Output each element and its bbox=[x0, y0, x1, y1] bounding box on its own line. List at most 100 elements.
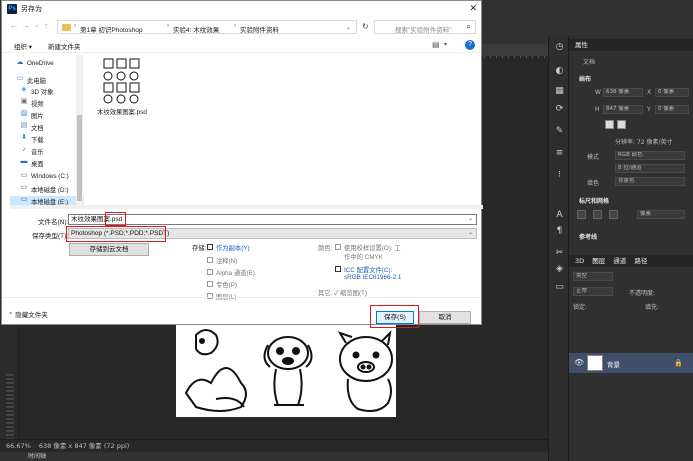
up-arrow-icon[interactable]: ↑ bbox=[44, 21, 48, 30]
proof-checkbox[interactable] bbox=[335, 244, 341, 250]
spot-checkbox[interactable] bbox=[207, 281, 213, 287]
color-icon[interactable]: ◐ bbox=[554, 66, 565, 77]
rulers-grid-header: 标尺和网格 bbox=[579, 198, 610, 205]
save-to-cloud-button[interactable]: 存储到云文档 bbox=[69, 243, 149, 256]
layer-comps-icon[interactable]: ▭ bbox=[554, 282, 565, 293]
layer-kind-filter[interactable]: 类型 bbox=[573, 272, 613, 281]
nav-item[interactable]: ◈ 3D 对象 bbox=[10, 86, 84, 96]
copy-checkbox[interactable] bbox=[207, 244, 213, 250]
actions-icon[interactable]: ≡ bbox=[554, 148, 565, 159]
document-canvas[interactable] bbox=[176, 323, 396, 417]
view-dropdown-icon[interactable]: ▾ bbox=[444, 41, 447, 48]
paragraph-icon[interactable]: ¶ bbox=[554, 226, 565, 237]
recent-chevron-icon[interactable]: ⌄ bbox=[34, 22, 39, 29]
history-icon[interactable]: ◷ bbox=[554, 42, 565, 53]
address-dropdown-icon[interactable]: ⌄ bbox=[346, 24, 351, 31]
ruler-unit-select[interactable]: 像素 bbox=[637, 210, 685, 219]
eye-icon[interactable]: 👁 bbox=[574, 358, 584, 367]
chevron-down-icon[interactable]: ⌄ bbox=[468, 229, 473, 238]
thumbnail-option[interactable]: ✓ 缩览图(T) bbox=[334, 288, 367, 297]
nav-item[interactable]: ▭ Windows (C:) bbox=[10, 172, 84, 182]
new-folder-button[interactable]: 新建文件夹 bbox=[48, 41, 81, 51]
adjustments-icon[interactable]: ⟳ bbox=[554, 104, 565, 115]
search-input[interactable]: 搜索"实验附件资料" bbox=[395, 24, 452, 34]
proof-option-label: 使用校样设置(O): 工 bbox=[344, 245, 401, 252]
nav-item-label: 音乐 bbox=[31, 149, 44, 156]
highlight-extension bbox=[105, 212, 126, 226]
horizontal-scrollbar[interactable] bbox=[10, 205, 483, 209]
nav-item-label: 桌面 bbox=[31, 161, 44, 168]
back-arrow-icon[interactable]: ← bbox=[10, 21, 18, 30]
organize-menu[interactable]: 组织 ▾ bbox=[14, 41, 32, 51]
notes-checkbox[interactable] bbox=[207, 257, 213, 263]
orientation-portrait-button[interactable] bbox=[605, 120, 614, 129]
grid-icon[interactable] bbox=[593, 210, 602, 219]
save-button[interactable]: 保存(S) bbox=[376, 311, 414, 324]
cancel-button[interactable]: 取消 bbox=[419, 311, 471, 324]
nav-item[interactable]: ▭ 此电脑 bbox=[10, 75, 84, 85]
nav-item[interactable]: ▭ 本地磁盘 (D:) bbox=[10, 184, 84, 194]
nav-item-label: 图片 bbox=[31, 113, 44, 120]
nav-item[interactable]: ☁ OneDrive bbox=[10, 59, 84, 69]
forward-arrow-icon[interactable]: → bbox=[22, 21, 30, 30]
orientation-landscape-button[interactable] bbox=[617, 120, 626, 129]
nav-item[interactable]: ⬇ 下载 bbox=[10, 134, 84, 144]
help-icon[interactable]: ? bbox=[465, 40, 475, 50]
copy-option-label[interactable]: 作为副本(Y) bbox=[216, 243, 250, 252]
ruler-icon[interactable] bbox=[577, 210, 586, 219]
y-field[interactable]: 0 像素 bbox=[655, 105, 689, 114]
chevron-down-icon[interactable]: ⌄ bbox=[468, 215, 473, 224]
nav-item[interactable]: ▨ 图片 bbox=[10, 110, 84, 120]
info-icon[interactable]: ◈ bbox=[554, 264, 565, 275]
nav-item[interactable]: ▭ 本地磁盘 (E:) bbox=[10, 196, 84, 205]
nav-item-label: 文档 bbox=[31, 125, 44, 132]
nav-item[interactable]: ▣ 视频 bbox=[10, 98, 84, 108]
icc-checkbox[interactable] bbox=[335, 266, 341, 272]
nav-item[interactable]: ▬ 桌面 bbox=[10, 158, 84, 168]
mode-select[interactable]: RGB 颜色 bbox=[615, 151, 685, 160]
tab-channels[interactable]: 通道 bbox=[613, 257, 626, 265]
bit-depth-select[interactable]: 8 位/通道 bbox=[615, 164, 685, 173]
view-options-icon[interactable]: ▤ bbox=[432, 40, 440, 49]
hide-folders-toggle[interactable]: ⌃ 隐藏文件夹 bbox=[8, 309, 48, 319]
hide-folders-label: 隐藏文件夹 bbox=[15, 312, 48, 319]
filename-input[interactable]: 木纹效果图案.psd ⌄ bbox=[68, 214, 477, 225]
refresh-icon[interactable]: ↻ bbox=[362, 22, 369, 31]
properties-tab[interactable]: 属性 bbox=[569, 39, 693, 51]
dialog-footer: ⌃ 隐藏文件夹 保存(S) 取消 bbox=[2, 297, 481, 325]
search-box[interactable]: 搜索"实验附件资料" ⌕ bbox=[374, 20, 476, 34]
lock-icon: 🔒 bbox=[674, 359, 683, 367]
fill-select[interactable]: 背景色 bbox=[615, 177, 685, 186]
nav-item[interactable]: ♪ 音乐 bbox=[10, 146, 84, 156]
alpha-checkbox[interactable] bbox=[207, 269, 213, 275]
tab-3d[interactable]: 3D bbox=[575, 257, 584, 265]
nav-item-label: 下载 bbox=[31, 137, 44, 144]
character-icon[interactable]: A bbox=[554, 210, 565, 221]
timeline-tab[interactable]: 时间轴 bbox=[28, 453, 46, 460]
blend-mode-select[interactable]: 正常 bbox=[573, 287, 613, 296]
breadcrumb-item[interactable]: 实验附件资料 bbox=[240, 24, 279, 34]
breadcrumb-item[interactable]: 第1章 初识Photoshop bbox=[80, 24, 143, 34]
nav-item[interactable]: ▤ 文档 bbox=[10, 122, 84, 132]
layer-row-background[interactable]: 👁 背景 🔒 bbox=[569, 353, 693, 373]
width-field[interactable]: 638 像素 bbox=[603, 88, 643, 97]
icc-option-label[interactable]: ICC 配置文件(C): bbox=[344, 265, 392, 274]
x-field[interactable]: 0 像素 bbox=[655, 88, 689, 97]
tab-layers[interactable]: 图层 bbox=[592, 257, 605, 265]
tools-settings-icon[interactable]: ✂ bbox=[554, 248, 565, 259]
patterns-icon[interactable]: ⁝ bbox=[554, 170, 565, 181]
swatches-icon[interactable]: ▦ bbox=[554, 86, 565, 97]
height-field[interactable]: 847 像素 bbox=[603, 105, 643, 114]
breadcrumb-item[interactable]: 实验4: 木纹效果 bbox=[173, 24, 219, 34]
guides-icon[interactable] bbox=[609, 210, 618, 219]
zoom-level[interactable]: 66.67% bbox=[6, 442, 31, 450]
nav-item-label: 此电脑 bbox=[27, 78, 46, 85]
scroll-thumb[interactable] bbox=[77, 115, 82, 201]
tab-paths[interactable]: 路径 bbox=[634, 257, 647, 265]
file-name[interactable]: 木纹效果图案.psd bbox=[96, 109, 148, 117]
close-icon[interactable]: ✕ bbox=[469, 3, 477, 14]
address-bar[interactable]: › 第1章 初识Photoshop › 实验4: 木纹效果 › 实验附件资料 ⌄ bbox=[57, 20, 357, 34]
nav-scrollbar[interactable] bbox=[76, 55, 83, 205]
file-item[interactable] bbox=[102, 57, 142, 107]
brush-settings-icon[interactable]: ✎ bbox=[554, 126, 565, 137]
